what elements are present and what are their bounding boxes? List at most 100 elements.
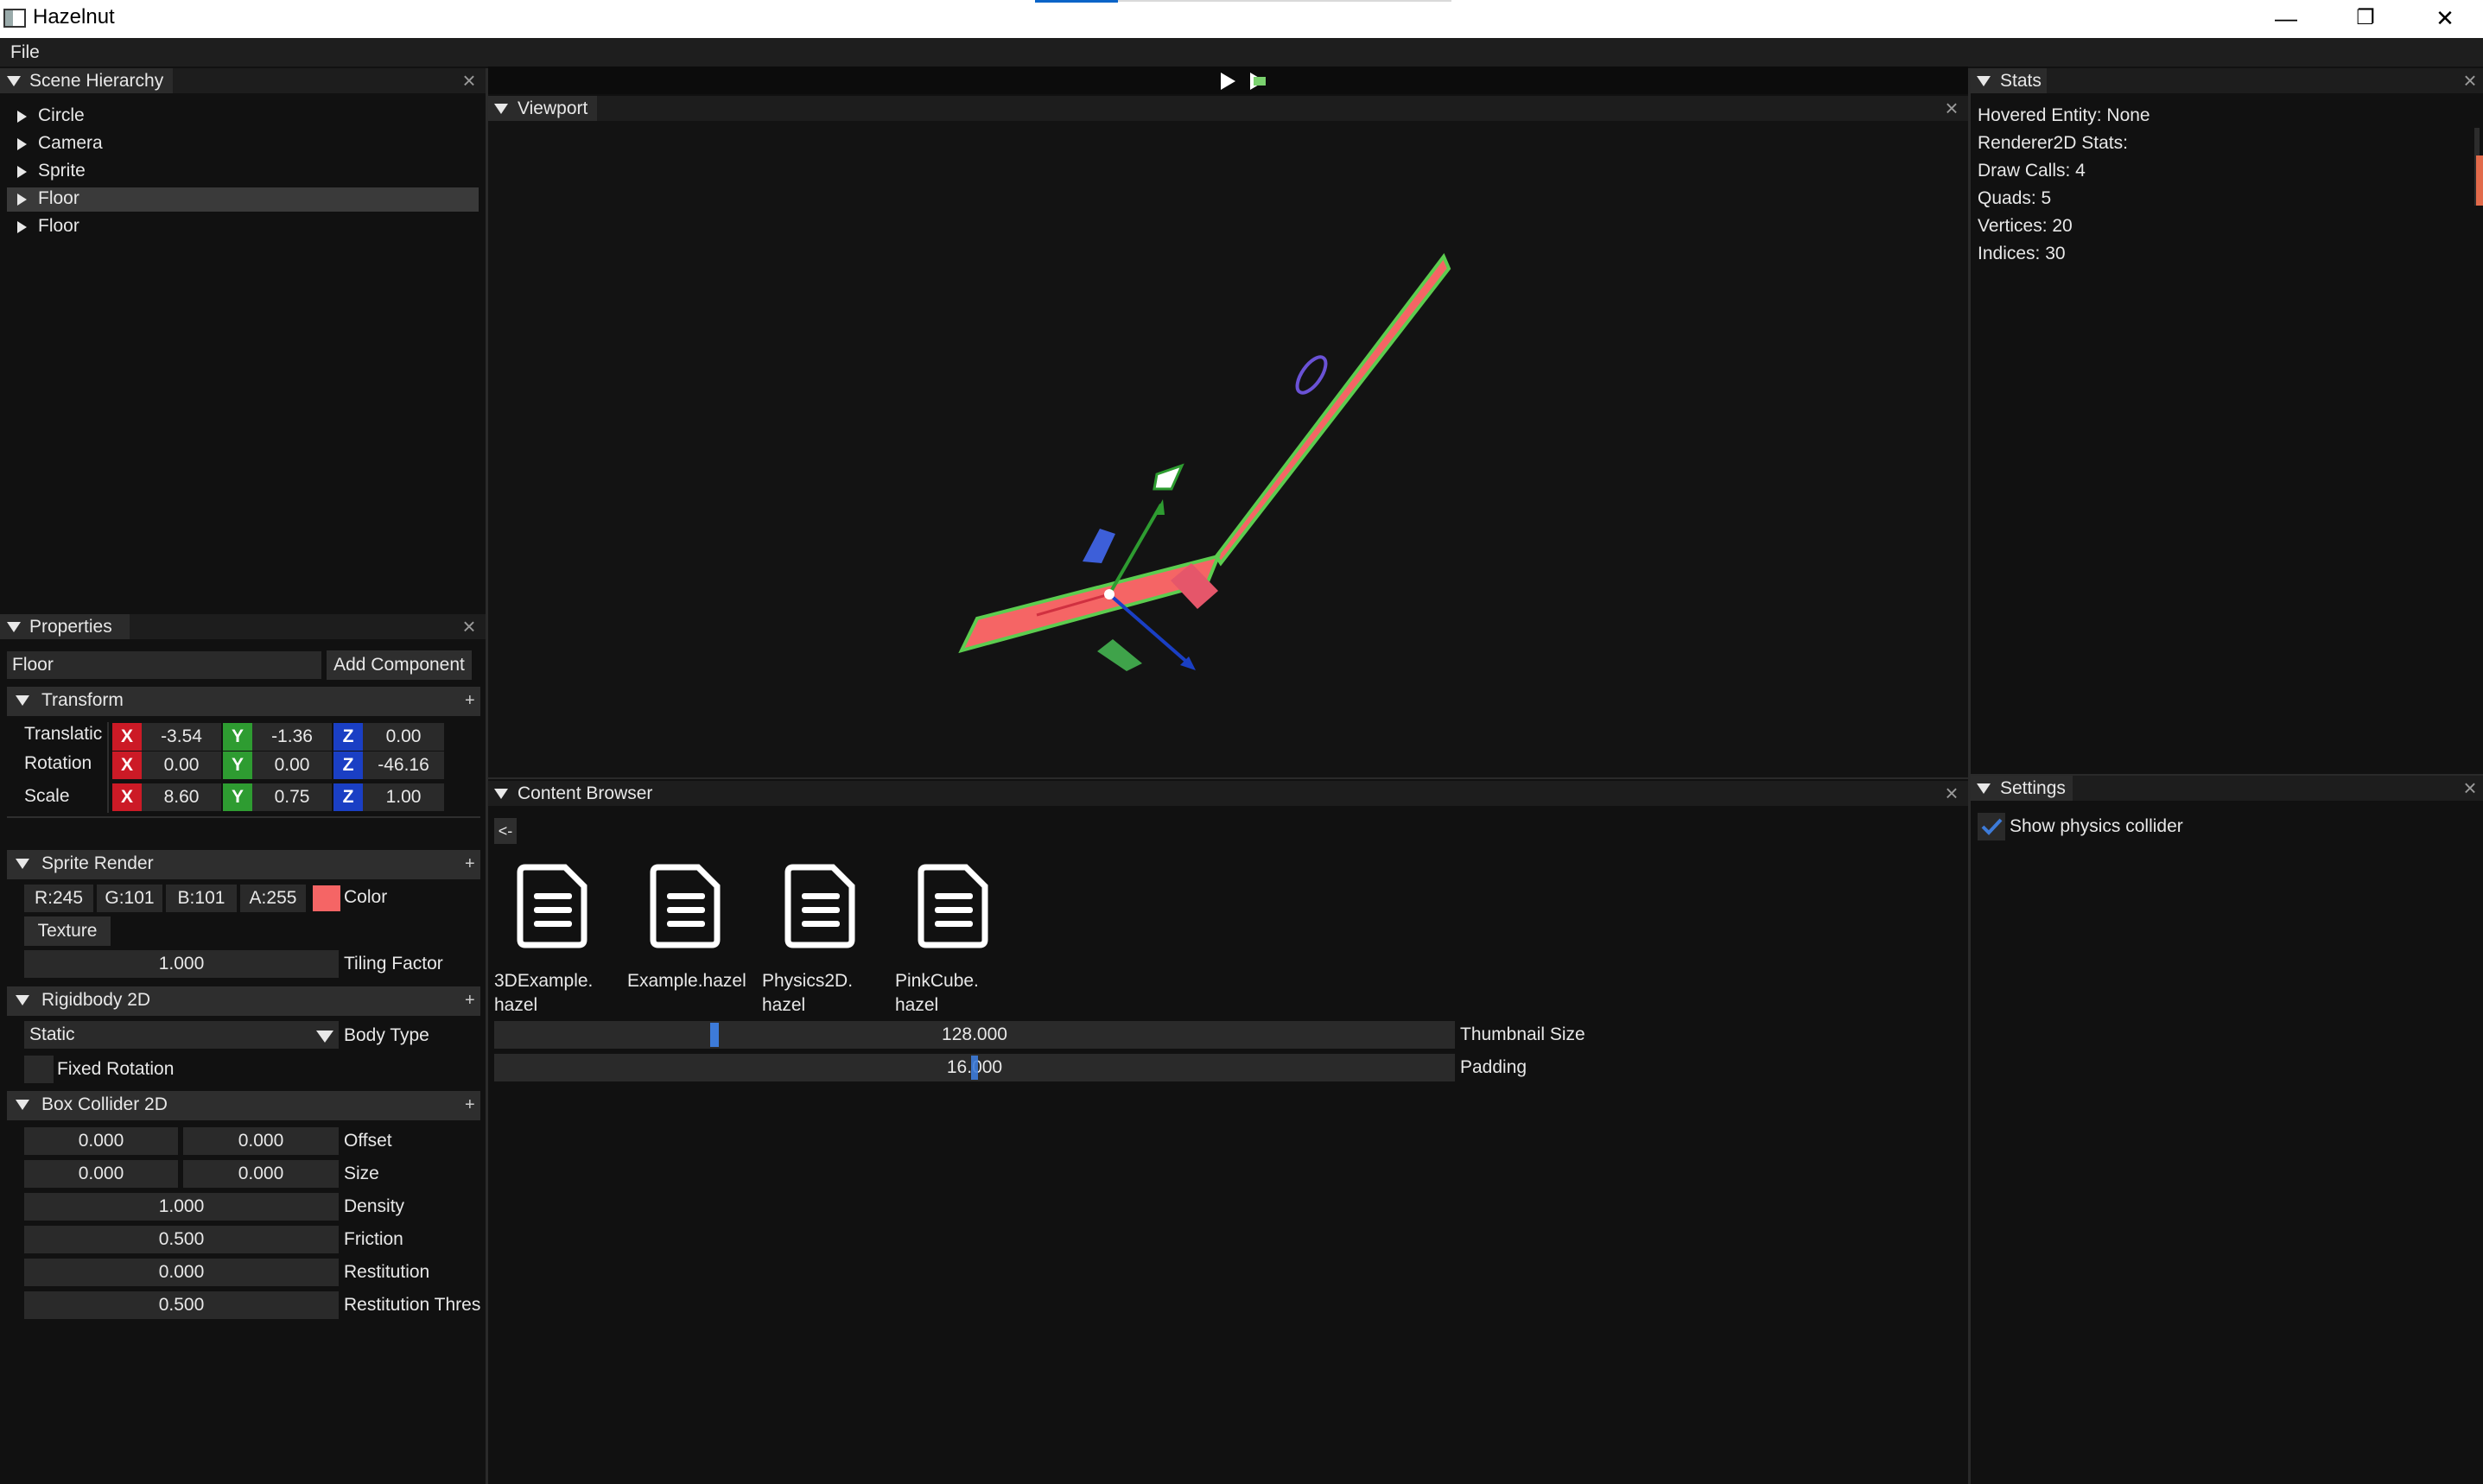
collapse-arrow-icon[interactable] [1977,783,1991,794]
minimize-button[interactable]: — [2246,0,2326,38]
close-icon[interactable]: × [460,615,479,637]
offset-y-field[interactable]: 0.000 [183,1127,339,1155]
slider-grab-handle[interactable] [971,1056,978,1080]
component-settings-button[interactable]: + [465,691,475,711]
app-icon [3,9,26,28]
restitution-threshold-field[interactable]: 0.500 [24,1291,339,1319]
gizmo-xz-plane-handle[interactable] [1097,639,1142,671]
size-y-field[interactable]: 0.000 [183,1160,339,1188]
rotation-y-field[interactable]: 0.00 [252,752,332,779]
entity-name-input[interactable]: Floor [7,651,321,679]
expand-arrow-icon[interactable] [17,166,27,178]
component-settings-button[interactable]: + [465,854,475,874]
rotation-y-button[interactable]: Y [223,752,252,779]
hierarchy-item-floor[interactable]: Floor [38,188,79,209]
translation-y-button[interactable]: Y [223,723,252,751]
show-physics-collider-checkbox[interactable] [1978,813,2005,840]
collapse-arrow-icon[interactable] [16,1100,29,1110]
file-icon[interactable] [784,864,857,948]
expand-arrow-icon[interactable] [17,138,27,150]
add-component-button[interactable]: Add Component [327,650,472,680]
rotation-x-field[interactable]: 0.00 [142,752,221,779]
menu-file[interactable]: File [10,42,40,63]
offset-x-field[interactable]: 0.000 [24,1127,178,1155]
close-icon[interactable]: × [2461,69,2480,92]
file-name-line: 3DExample. [494,971,594,991]
panel-divider[interactable] [488,777,1968,779]
scale-y-field[interactable]: 0.75 [252,783,332,811]
close-window-button[interactable]: ✕ [2405,0,2483,38]
tiling-factor-field[interactable]: 1.000 [24,950,339,978]
hovered-entity-text: Hovered Entity: None [1978,105,2150,125]
back-button[interactable]: <- [494,818,517,844]
collapse-arrow-icon[interactable] [7,76,21,86]
gizmo-xy-plane-handle[interactable] [1083,529,1115,563]
gizmo-y-arrow[interactable] [1154,499,1165,515]
restitution-field[interactable]: 0.000 [24,1259,339,1286]
color-b-field[interactable]: B:101 [166,885,237,912]
color-a-field[interactable]: A:255 [240,885,306,912]
gizmo-center[interactable] [1104,589,1114,599]
viewport-canvas[interactable] [488,121,1968,777]
scale-x-field[interactable]: 8.60 [142,783,221,811]
restore-button[interactable]: ❐ [2326,0,2405,38]
color-swatch[interactable] [313,885,340,911]
collapse-arrow-icon[interactable] [494,789,508,799]
rotation-z-field[interactable]: -46.16 [363,752,444,779]
translation-y-field[interactable]: -1.36 [252,723,332,751]
simulate-icon[interactable] [1248,71,1268,92]
color-g-field[interactable]: G:101 [97,885,162,912]
content-browser-tab[interactable]: Content Browser [488,781,670,806]
density-field[interactable]: 1.000 [24,1193,339,1221]
file-icon[interactable] [650,864,722,948]
friction-field[interactable]: 0.500 [24,1226,339,1253]
component-settings-button[interactable]: + [465,991,475,1011]
fixed-rotation-checkbox[interactable] [24,1056,54,1083]
rotation-z-button[interactable]: Z [333,752,363,779]
expand-arrow-icon[interactable] [17,111,27,123]
file-name[interactable]: 3DExample. hazel [494,969,593,1018]
hierarchy-item-floor[interactable]: Floor [38,216,79,237]
translation-x-field[interactable]: -3.54 [142,723,221,751]
scale-z-button[interactable]: Z [333,783,363,811]
gizmo-yz-plane-handle[interactable] [1153,463,1184,491]
chevron-down-icon[interactable] [316,1031,333,1043]
close-icon[interactable]: × [1942,97,1961,119]
scale-y-button[interactable]: Y [223,783,252,811]
file-icon[interactable] [517,864,589,948]
hierarchy-item-camera[interactable]: Camera [38,133,103,154]
close-icon[interactable]: × [1942,782,1961,804]
file-name[interactable]: Physics2D. hazel [762,969,853,1018]
translation-x-button[interactable]: X [112,723,142,751]
play-icon[interactable] [1218,71,1237,92]
rotation-x-button[interactable]: X [112,752,142,779]
scene-hierarchy-tab[interactable]: Scene Hierarchy [0,68,173,93]
color-r-field[interactable]: R:245 [24,885,93,912]
scale-z-field[interactable]: 1.00 [363,783,444,811]
scale-x-button[interactable]: X [112,783,142,811]
translation-z-field[interactable]: 0.00 [363,723,444,751]
texture-button[interactable]: Texture [24,916,111,946]
hierarchy-item-circle[interactable]: Circle [38,105,85,126]
collapse-arrow-icon[interactable] [16,995,29,1005]
file-name[interactable]: Example.hazel [627,969,746,993]
close-icon[interactable]: × [460,69,479,92]
translation-z-button[interactable]: Z [333,723,363,751]
collapse-arrow-icon[interactable] [16,859,29,869]
expand-arrow-icon[interactable] [17,193,27,206]
hierarchy-item-sprite[interactable]: Sprite [38,161,86,181]
collapse-arrow-icon[interactable] [16,695,29,706]
close-icon[interactable]: × [2461,777,2480,799]
expand-arrow-icon[interactable] [17,221,27,233]
collapse-arrow-icon[interactable] [7,622,21,632]
collapse-arrow-icon[interactable] [1977,76,1991,86]
thumbnail-size-slider[interactable]: 128.000 [494,1021,1455,1049]
collapse-arrow-icon[interactable] [494,104,508,114]
slider-grab-handle[interactable] [710,1023,719,1047]
scrollbar-thumb[interactable] [2476,155,2483,206]
body-type-select[interactable]: Static [24,1021,339,1049]
file-icon[interactable] [918,864,990,948]
file-name[interactable]: PinkCube. hazel [895,969,979,1018]
component-settings-button[interactable]: + [465,1095,475,1115]
size-x-field[interactable]: 0.000 [24,1160,178,1188]
